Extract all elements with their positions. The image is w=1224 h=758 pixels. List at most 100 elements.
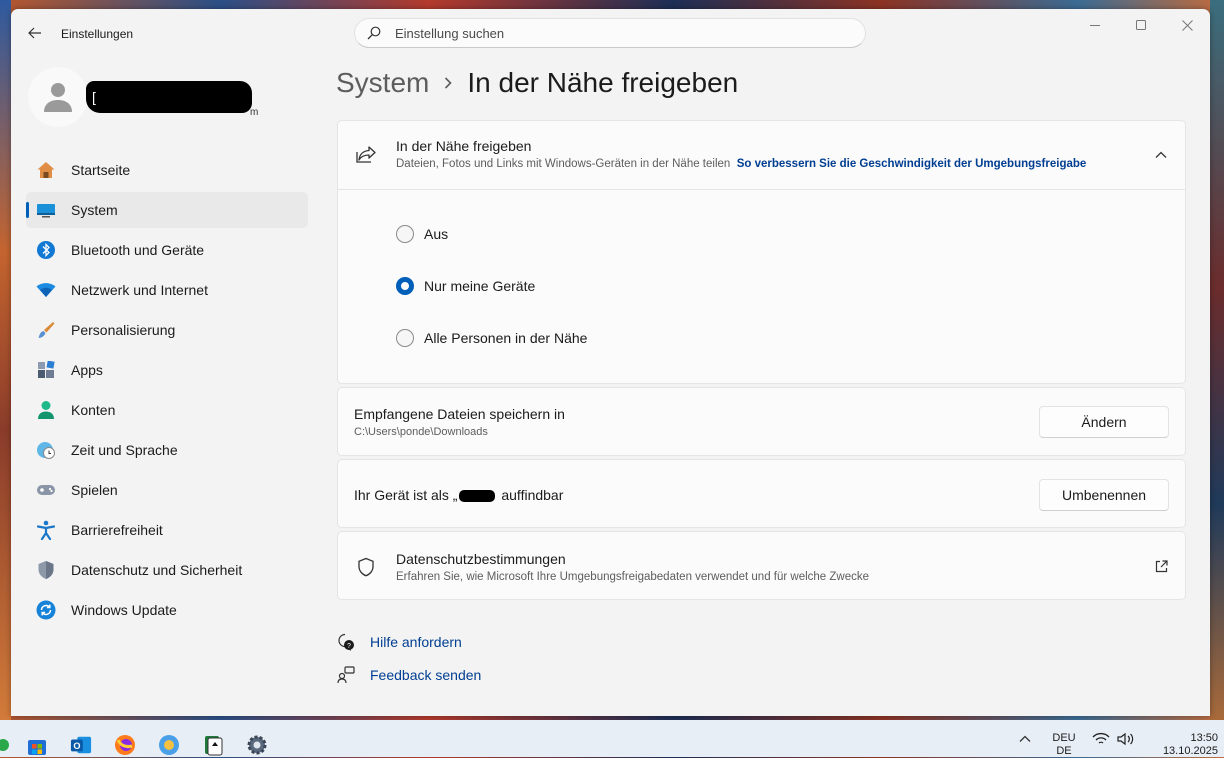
taskbar: O DEU DE 13:50 13.10.2025: [0, 720, 1224, 757]
minimize-icon: [1090, 25, 1100, 26]
window-controls: [1072, 9, 1210, 41]
svg-text:?: ?: [347, 643, 351, 650]
radio-label: Nur meine Geräte: [424, 278, 536, 294]
user-profile[interactable]: [ m: [28, 67, 308, 129]
page-title: In der Nähe freigeben: [467, 67, 739, 98]
radio-option-aus[interactable]: Aus: [396, 225, 448, 243]
person-icon: [44, 83, 72, 112]
save-location-card: Empfangene Dateien speichern in C:\Users…: [337, 387, 1186, 456]
app-globe-icon[interactable]: [158, 734, 180, 756]
sidebar-item-label: Apps: [71, 362, 103, 378]
volume-icon[interactable]: [1115, 728, 1137, 750]
chevron-up-icon: [1155, 151, 1167, 158]
clock-globe-icon: [35, 439, 57, 461]
sidebar-item-system[interactable]: System: [26, 192, 308, 228]
sidebar-item-personalisierung[interactable]: Personalisierung: [26, 312, 308, 348]
discoverable-suffix: auffindbar: [497, 487, 564, 503]
sidebar-item-datenschutz[interactable]: Datenschutz und Sicherheit: [26, 552, 308, 588]
sidebar-item-label: Startseite: [71, 162, 131, 178]
nearby-sharing-card: In der Nähe freigeben Dateien, Fotos und…: [337, 120, 1186, 384]
privacy-description: Erfahren Sie, wie Microsoft Ihre Umgebun…: [396, 571, 870, 583]
outlook-icon[interactable]: O: [70, 734, 92, 756]
language-indicator[interactable]: DEU DE: [1048, 732, 1080, 758]
clock-time: 13:50: [1190, 732, 1218, 744]
clock-date: 13.10.2025: [1162, 745, 1218, 757]
sidebar-item-label: Windows Update: [71, 602, 177, 618]
card-divider: [338, 189, 1185, 190]
send-feedback-label: Feedback senden: [370, 667, 482, 683]
account-icon: [35, 399, 57, 421]
redacted-user-name: [: [86, 81, 252, 113]
collapse-button[interactable]: [1151, 145, 1171, 165]
nearby-sharing-title: In der Nähe freigeben: [396, 138, 532, 154]
sidebar-item-label: Datenschutz und Sicherheit: [71, 562, 243, 578]
clock[interactable]: 13:50 13.10.2025: [1140, 732, 1218, 758]
sidebar-item-bluetooth[interactable]: Bluetooth und Geräte: [26, 232, 308, 268]
arrow-left-icon: [28, 27, 41, 39]
close-button[interactable]: [1164, 9, 1210, 41]
nearby-sharing-header[interactable]: In der Nähe freigeben Dateien, Fotos und…: [338, 121, 1185, 189]
brush-icon: [35, 319, 57, 341]
bluetooth-icon: [35, 239, 57, 261]
radio-option-alle-personen[interactable]: Alle Personen in der Nähe: [396, 329, 587, 347]
radio-label: Aus: [424, 226, 449, 242]
sidebar-item-label: Barrierefreiheit: [71, 522, 163, 538]
firefox-icon[interactable]: [114, 734, 136, 756]
desktop-wallpaper-left: [0, 0, 11, 720]
search-input[interactable]: [393, 24, 837, 42]
send-feedback-link[interactable]: Feedback senden: [337, 666, 481, 684]
display-icon: [35, 199, 57, 221]
maximize-button[interactable]: [1118, 9, 1164, 41]
sidebar-item-netzwerk[interactable]: Netzwerk und Internet: [26, 272, 308, 308]
store-icon[interactable]: [26, 734, 48, 756]
radio-button-selected[interactable]: [396, 277, 414, 295]
sidebar-nav: Startseite System Bluetooth und Geräte N…: [26, 152, 308, 632]
privacy-title: Datenschutzbestimmungen: [396, 551, 566, 567]
speed-improvement-link[interactable]: So verbessern Sie die Geschwindigkeit de…: [737, 158, 1087, 170]
rename-button[interactable]: Umbenennen: [1039, 479, 1169, 511]
feedback-icon: [337, 666, 355, 684]
save-location-path: C:\Users\ponde\Downloads: [354, 426, 488, 438]
wifi-tray-icon[interactable]: [1090, 728, 1112, 750]
privacy-card[interactable]: Datenschutzbestimmungen Erfahren Sie, wi…: [337, 531, 1186, 600]
maximize-icon: [1136, 20, 1146, 30]
close-icon: [1181, 19, 1193, 31]
sidebar-item-label: Netzwerk und Internet: [71, 282, 208, 298]
sidebar-item-windows-update[interactable]: Windows Update: [26, 592, 308, 628]
radio-button[interactable]: [396, 225, 414, 243]
breadcrumb: System In der Nähe freigeben: [336, 67, 738, 99]
desktop-wallpaper-right: [1210, 0, 1224, 720]
sidebar-item-startseite[interactable]: Startseite: [26, 152, 308, 188]
radio-option-nur-meine-geraete[interactable]: Nur meine Geräte: [396, 277, 535, 295]
sidebar-item-spielen[interactable]: Spielen: [26, 472, 308, 508]
get-help-label: Hilfe anfordern: [370, 634, 462, 650]
accessibility-icon: [35, 519, 57, 541]
shield-outline-icon: [355, 556, 377, 578]
save-location-title: Empfangene Dateien speichern in: [354, 406, 565, 422]
chevron-right-icon: [443, 76, 453, 90]
widget-icon[interactable]: [0, 734, 14, 756]
language-code: DEU: [1052, 732, 1076, 744]
discoverable-card: Ihr Gerät ist als „ auffindbar Umbenenne…: [337, 459, 1186, 528]
search-box[interactable]: [354, 18, 866, 48]
nearby-sharing-desc-text: Dateien, Fotos und Links mit Windows-Ger…: [396, 158, 731, 170]
get-help-link[interactable]: ? Hilfe anfordern: [337, 633, 462, 651]
sidebar-item-barrierefreiheit[interactable]: Barrierefreiheit: [26, 512, 308, 548]
sidebar-item-label: Personalisierung: [71, 322, 176, 338]
breadcrumb-parent[interactable]: System: [336, 67, 429, 99]
sidebar-item-zeit-sprache[interactable]: Zeit und Sprache: [26, 432, 308, 468]
radio-button[interactable]: [396, 329, 414, 347]
solitaire-icon[interactable]: [202, 734, 224, 756]
back-button[interactable]: [23, 23, 47, 43]
nearby-sharing-description: Dateien, Fotos und Links mit Windows-Ger…: [396, 158, 1086, 170]
keyboard-layout: DE: [1056, 745, 1072, 757]
chevron-up-tray-icon[interactable]: [1014, 728, 1036, 750]
minimize-button[interactable]: [1072, 9, 1118, 41]
change-location-button[interactable]: Ändern: [1039, 406, 1169, 438]
discoverable-text: Ihr Gerät ist als „ auffindbar: [354, 487, 563, 503]
sidebar-item-apps[interactable]: Apps: [26, 352, 308, 388]
settings-gear-icon[interactable]: [246, 734, 268, 756]
external-link-icon[interactable]: [1151, 556, 1171, 576]
sidebar-item-konten[interactable]: Konten: [26, 392, 308, 428]
wifi-icon: [35, 279, 57, 301]
